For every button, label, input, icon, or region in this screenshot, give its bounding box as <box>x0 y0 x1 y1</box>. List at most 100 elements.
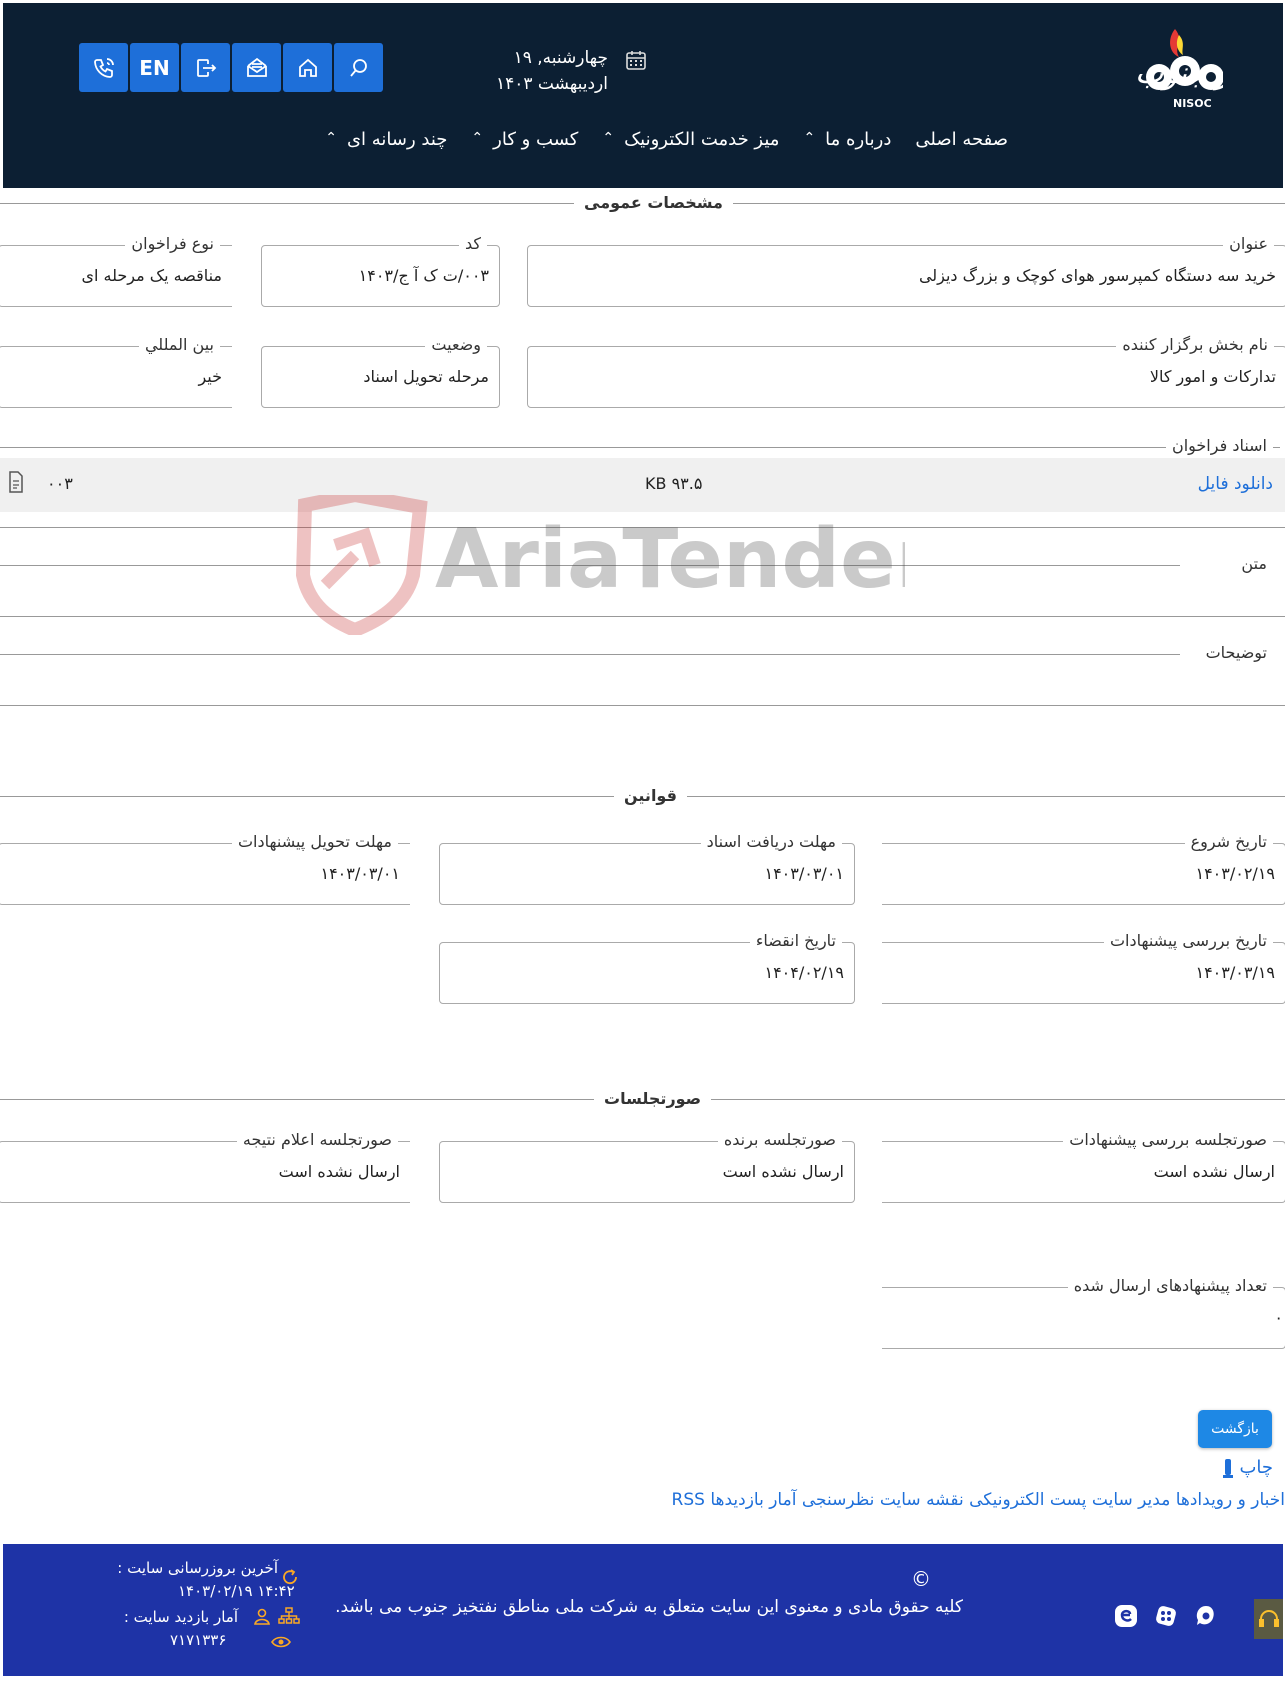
type-field: نوع فراخوان مناقصه یک مرحله ای <box>0 234 232 307</box>
nav-item-label: میز خدمت الکترونیک <box>624 128 780 150</box>
review-minutes-field: صورتجلسه بررسی پیشنهادات ارسال نشده است <box>882 1130 1285 1203</box>
department-field: نام بخش برگزار کننده تدارکات و امور کالا <box>527 335 1285 408</box>
field-label: کد <box>458 234 487 253</box>
nav-item-business[interactable]: کسب و کار ⌃ <box>471 129 578 150</box>
section-divider <box>0 654 1180 655</box>
phone-button[interactable] <box>79 43 128 92</box>
download-file-link[interactable]: دانلود فایل <box>1198 474 1273 494</box>
visits-value: ۷۱۷۱۳۳۶ <box>170 1631 227 1649</box>
last-update-label: آخرین بروزرسانی سایت : <box>117 1559 278 1577</box>
logout-icon <box>196 58 216 77</box>
text-label: متن <box>1235 554 1273 573</box>
copyright-symbol: © <box>911 1567 931 1591</box>
field-label: تاریخ شروع <box>1184 832 1273 851</box>
winner-minutes-field: صورتجلسه برنده ارسال نشده است <box>439 1130 855 1203</box>
field-value: تدارکات و امور کالا <box>1149 367 1276 386</box>
eye-icon <box>271 1636 291 1648</box>
field-label: صورتجلسه بررسی پیشنهادات <box>1063 1130 1273 1149</box>
nav-item-label: کسب و کار <box>493 128 579 150</box>
code-field: کد ۰۰۳/ت ک آ ج/۱۴۰۳ <box>261 234 500 307</box>
field-label: صورتجلسه اعلام نتیجه <box>236 1130 398 1149</box>
print-icon <box>1222 1459 1233 1478</box>
field-value: ۱۴۰۳/۰۳/۰۱ <box>320 864 400 883</box>
chevron-up-icon: ⌃ <box>803 130 816 146</box>
mail-button[interactable] <box>232 43 281 92</box>
submit-deadline-field: مهلت تحویل پیشنهادات ۱۴۰۳/۰۳/۰۱ <box>0 832 410 905</box>
field-value: ۰۰۳/ت ک آ ج/۱۴۰۳ <box>358 266 489 285</box>
receive-deadline-field: مهلت دریافت اسناد ۱۴۰۳/۰۳/۰۱ <box>439 832 855 905</box>
calendar-icon <box>626 51 646 70</box>
field-label: عنوان <box>1223 234 1274 253</box>
print-link[interactable]: چاپ <box>1222 1457 1273 1479</box>
field-value: خیر <box>198 367 222 386</box>
field-value: مرحله تحویل اسناد <box>363 367 489 386</box>
visits-label: آمار بازدید سایت : <box>123 1608 238 1626</box>
expire-date-field: تاریخ انقضاء ۱۴۰۴/۰۲/۱۹ <box>439 931 855 1004</box>
last-update-value: ۱۴:۴۲ ۱۴۰۳/۰۲/۱۹ <box>178 1582 295 1600</box>
description-label: توضیحات <box>1199 643 1273 662</box>
field-value: ارسال نشده است <box>722 1162 844 1181</box>
language-button[interactable]: EN <box>130 43 179 92</box>
submitted-count-field: تعداد پیشنهادهای ارسال شده ۰ <box>882 1276 1285 1349</box>
section-title-rules: قوانین <box>614 786 687 805</box>
field-label: بین المللي <box>138 335 220 354</box>
field-label: نوع فراخوان <box>125 234 220 253</box>
footer-links[interactable]: اخبار و رویدادها مدیر سایت پست الکترونیک… <box>672 1490 1285 1510</box>
section-divider <box>0 447 1280 448</box>
field-label: نام بخش برگزار کننده <box>1116 335 1274 354</box>
current-date: چهارشنبه, ۱۹ اردیبهشت ۱۴۰۳ <box>496 48 608 94</box>
chevron-up-icon: ⌃ <box>602 130 615 146</box>
start-date-field: تاریخ شروع ۱۴۰۳/۰۲/۱۹ <box>882 832 1285 905</box>
file-size: ۹۳.۵ KB <box>645 474 703 493</box>
user-icon <box>254 1608 270 1625</box>
nav-item-about[interactable]: درباره ما ⌃ <box>803 129 891 150</box>
bale-icon[interactable] <box>1193 1603 1219 1629</box>
nav-item-home[interactable]: صفحه اصلی <box>915 129 1008 150</box>
home-button[interactable] <box>283 43 332 92</box>
chevron-up-icon: ⌃ <box>471 130 484 146</box>
chevron-up-icon: ⌃ <box>325 130 337 146</box>
sitemap-icon <box>278 1607 300 1624</box>
nav-item-label: درباره ما <box>825 128 892 150</box>
search-button[interactable] <box>334 43 383 92</box>
subject-field: عنوان خرید سه دستگاه کمپرسور هوای کوچک و… <box>527 234 1285 307</box>
accessibility-widget[interactable] <box>1254 1599 1283 1639</box>
watermark: AriaTender.neT <box>295 495 905 635</box>
eitaa-icon[interactable] <box>1113 1603 1139 1629</box>
file-document-icon[interactable] <box>8 471 24 493</box>
logout-button[interactable] <box>181 43 230 92</box>
field-label: مهلت دریافت اسناد <box>700 832 842 851</box>
search-icon <box>349 58 367 77</box>
logo-abbreviation: NISOC <box>1173 97 1212 110</box>
review-date-field: تاریخ بررسی پیشنهادات ۱۴۰۳/۰۳/۱۹ <box>882 931 1285 1004</box>
mail-icon <box>246 57 267 77</box>
field-value: ۰ <box>1274 1308 1283 1327</box>
back-button[interactable]: بازگشت <box>1198 1410 1272 1448</box>
logo-text: شرکت ملی مناطق نفتخیز جنوب <box>1135 56 1223 91</box>
nisoc-logo[interactable]: NISOC شرکت ملی مناطق نفتخیز جنوب <box>903 25 1285 115</box>
field-value: ۱۴۰۳/۰۳/۱۹ <box>1195 963 1275 982</box>
docs-label: اسناد فراخوان <box>1165 436 1273 455</box>
field-value: خرید سه دستگاه کمپرسور هوای کوچک و بزرگ … <box>918 266 1276 285</box>
phone-icon <box>93 57 114 78</box>
soroush-icon[interactable] <box>1153 1603 1179 1629</box>
field-label: تعداد پیشنهادهای ارسال شده <box>1067 1276 1273 1295</box>
nav-item-eservice[interactable]: میز خدمت الکترونیک ⌃ <box>602 129 779 150</box>
nav-item-label: چند رسانه ای <box>346 128 448 150</box>
status-field: وضعیت مرحله تحویل اسناد <box>261 335 500 408</box>
field-label: مهلت تحویل پیشنهادات <box>231 832 398 851</box>
section-title-minutes: صورتجلسات <box>594 1089 712 1108</box>
field-label: تاریخ بررسی پیشنهادات <box>1103 931 1273 950</box>
nav-item-label: صفحه اصلی <box>915 128 1008 150</box>
home-icon <box>298 58 317 77</box>
site-header: EN چهارشنبه, ۱۹ اردیبهشت ۱۴۰۳ NISOC شرکت… <box>3 3 1285 188</box>
section-title-general: مشخصات عمومی <box>574 193 733 212</box>
main-nav: صفحه اصلی درباره ما ⌃ میز خدمت الکترونیک… <box>283 121 1008 157</box>
field-label: صورتجلسه برنده <box>717 1130 842 1149</box>
print-label: چاپ <box>1239 1457 1273 1478</box>
result-minutes-field: صورتجلسه اعلام نتیجه ارسال نشده است <box>0 1130 410 1203</box>
field-value: ۱۴۰۳/۰۳/۰۱ <box>764 864 844 883</box>
field-value: ۱۴۰۳/۰۲/۱۹ <box>1195 864 1275 883</box>
file-name: ۰۰۳ <box>47 474 73 493</box>
nav-item-multimedia[interactable]: چند رسانه ای ⌃ <box>325 129 447 150</box>
